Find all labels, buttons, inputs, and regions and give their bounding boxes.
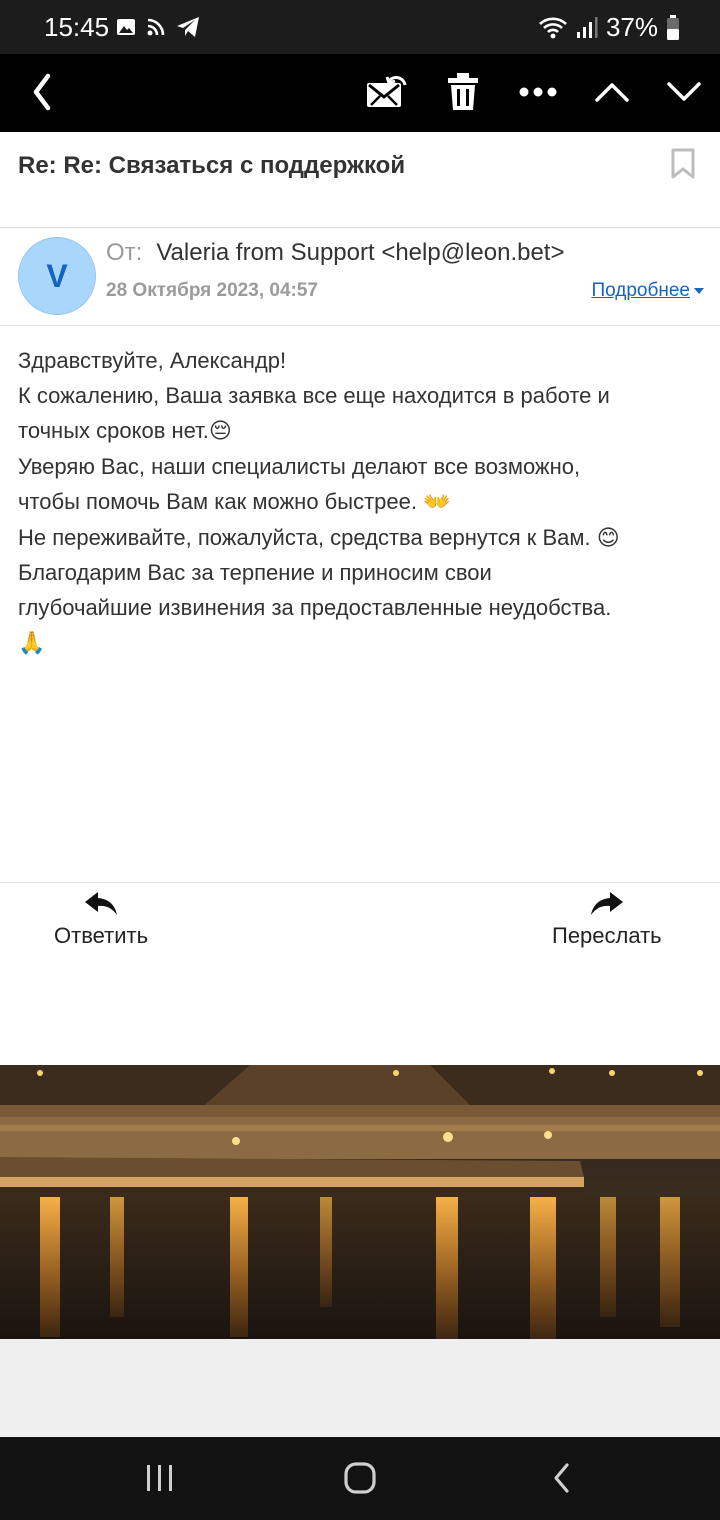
embankment-night-image bbox=[0, 1065, 720, 1339]
previous-icon bbox=[595, 83, 629, 102]
pensive-emoji-icon: 😔 bbox=[208, 418, 232, 444]
reply-button[interactable]: Ответить bbox=[54, 891, 148, 949]
email-body: Здравствуйте, Александр! К сожалению, Ва… bbox=[18, 344, 718, 662]
recent-apps-icon bbox=[147, 1465, 172, 1491]
mark-unread-button[interactable] bbox=[358, 64, 414, 120]
system-nav-bar bbox=[0, 1437, 720, 1520]
footer-spacer bbox=[0, 1339, 720, 1437]
home-icon bbox=[344, 1462, 376, 1494]
details-link[interactable]: Подробнее bbox=[591, 280, 704, 302]
status-bar: 15:45 37% bbox=[0, 0, 720, 54]
body-line: точных сроков нет.😔 bbox=[18, 417, 232, 444]
smiling-emoji-icon: 😊 bbox=[596, 525, 620, 551]
sender-address[interactable]: Valeria from Support <help@leon.bet> bbox=[156, 239, 564, 266]
battery-percent: 37% bbox=[605, 12, 658, 42]
trash-icon bbox=[448, 73, 478, 110]
body-line: Здравствуйте, Александр! bbox=[18, 348, 287, 373]
back-nav-icon bbox=[554, 1463, 569, 1493]
reply-label: Ответить bbox=[54, 923, 149, 948]
home-button[interactable] bbox=[330, 1455, 390, 1501]
recent-apps-button[interactable] bbox=[130, 1455, 190, 1501]
forward-button[interactable]: Переслать bbox=[552, 891, 662, 949]
avatar: V bbox=[18, 237, 96, 315]
folded-hands-emoji-icon: 🙏 bbox=[18, 631, 46, 657]
more-icon bbox=[519, 87, 557, 97]
footer-photo bbox=[0, 1065, 720, 1339]
battery-icon bbox=[667, 14, 679, 40]
subject-row: Re: Re: Связаться с поддержкой bbox=[0, 132, 720, 228]
email-subject: Re: Re: Связаться с поддержкой bbox=[18, 152, 406, 179]
next-icon bbox=[667, 82, 701, 101]
avatar-letter: V bbox=[46, 257, 68, 294]
previous-mail-button[interactable] bbox=[584, 64, 640, 120]
more-button[interactable] bbox=[510, 64, 566, 120]
body-line: К сожалению, Ваша заявка все еще находит… bbox=[18, 382, 610, 408]
body-line: Не переживайте, пожалуйста, средства вер… bbox=[18, 524, 620, 551]
signal-icon bbox=[576, 16, 598, 38]
rss-icon bbox=[147, 18, 165, 36]
forward-label: Переслать bbox=[552, 923, 662, 948]
telegram-icon bbox=[177, 17, 199, 37]
mark-unread-icon bbox=[367, 76, 407, 107]
open-hands-emoji-icon: 👐 bbox=[423, 489, 451, 515]
from-label: От: bbox=[106, 239, 143, 266]
details-label: Подробнее bbox=[591, 280, 690, 301]
bookmark-button[interactable] bbox=[670, 148, 700, 184]
from-line: От: Valeria from Support <help@leon.bet> bbox=[106, 239, 565, 267]
delete-button[interactable] bbox=[435, 64, 491, 120]
email-date: 28 Октября 2023, 04:57 bbox=[106, 280, 318, 301]
back-icon bbox=[33, 73, 51, 111]
forward-icon bbox=[590, 892, 623, 915]
system-back-button[interactable] bbox=[532, 1455, 592, 1501]
action-row: Ответить Переслать bbox=[0, 882, 720, 982]
body-line: глубочайшие извинения за предоставленные… bbox=[18, 595, 612, 621]
back-button[interactable] bbox=[14, 64, 70, 120]
image-icon bbox=[117, 19, 135, 35]
body-line: чтобы помочь Вам как можно быстрее. 👐 bbox=[18, 488, 451, 515]
next-mail-button[interactable] bbox=[656, 64, 712, 120]
status-time: 15:45 bbox=[44, 12, 110, 42]
body-line: 🙏 bbox=[18, 626, 718, 662]
mail-toolbar bbox=[0, 54, 720, 132]
bookmark-icon bbox=[671, 148, 695, 179]
reply-icon bbox=[85, 892, 118, 915]
sender-row: V От: Valeria from Support <help@leon.bet… bbox=[0, 229, 720, 326]
body-line: Уверяю Вас, наши специалисты делают все … bbox=[18, 453, 581, 479]
wifi-icon bbox=[539, 17, 567, 38]
caret-down-icon bbox=[694, 288, 704, 294]
body-line: Благодарим Вас за терпение и приносим св… bbox=[18, 560, 492, 586]
